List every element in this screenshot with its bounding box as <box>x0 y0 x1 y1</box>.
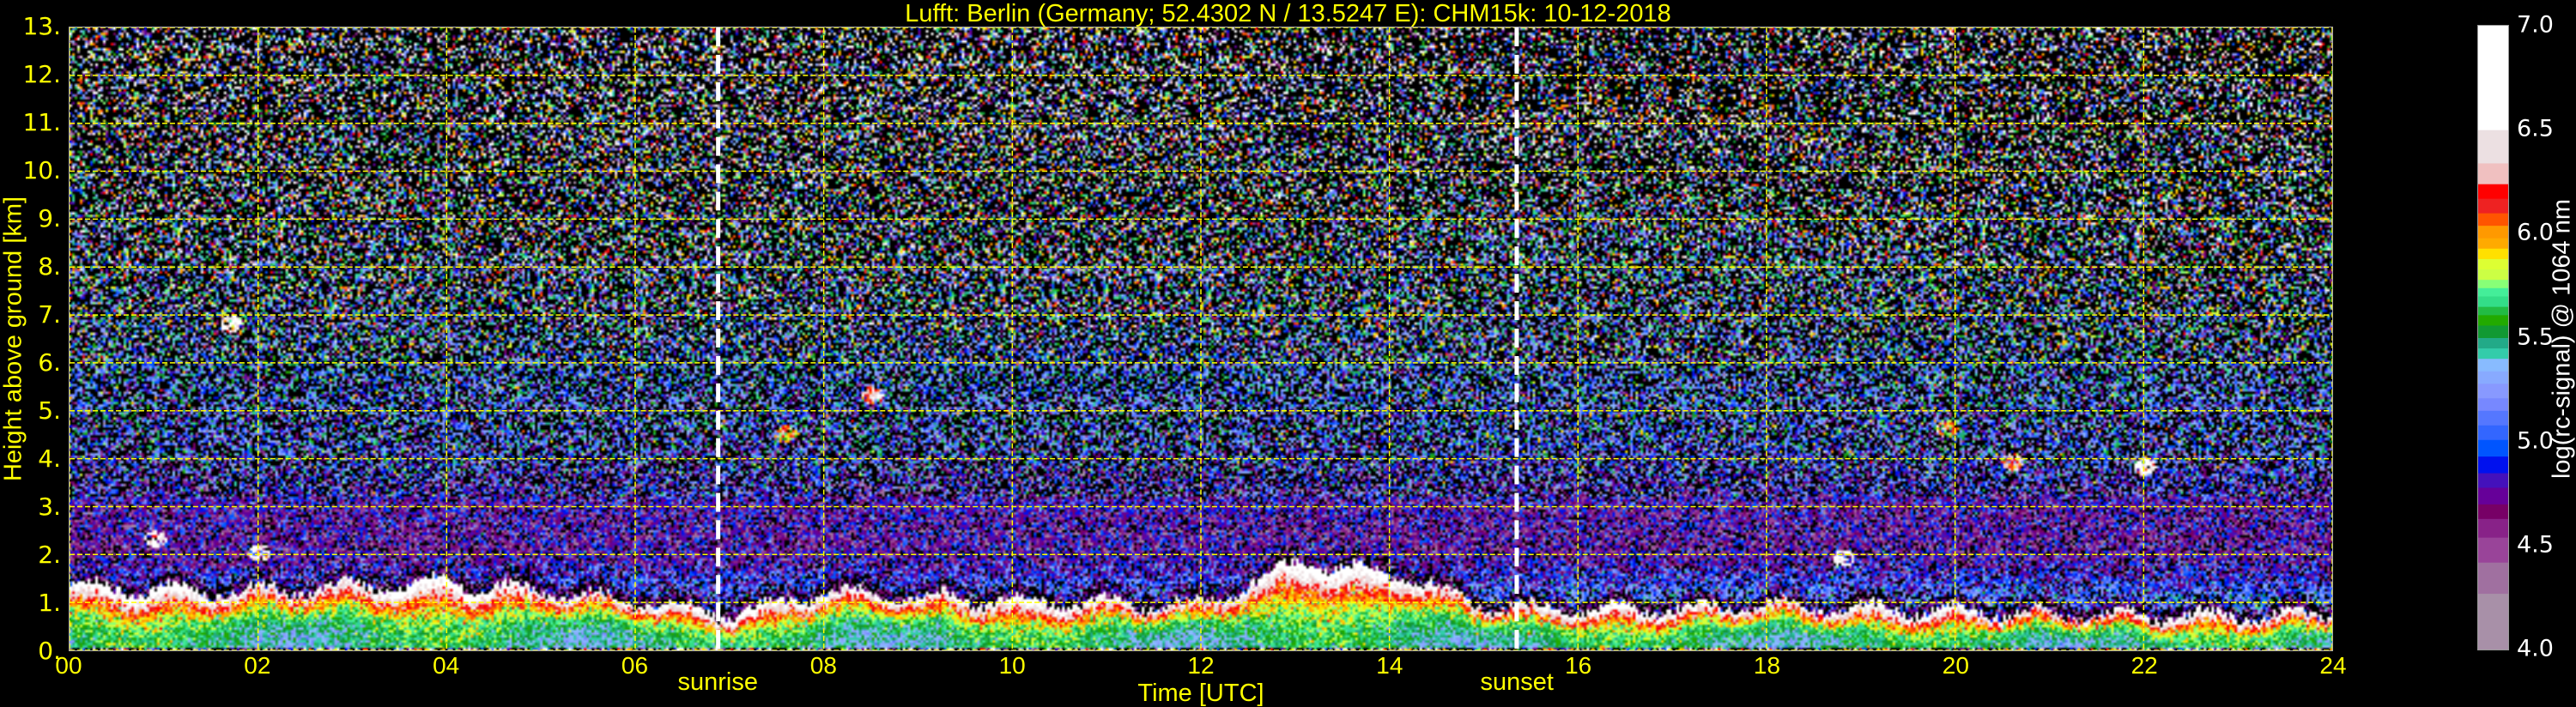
colorbar-segment <box>2478 130 2508 164</box>
x-tick-label: 08 <box>809 652 837 679</box>
y-tick-label: 7. <box>38 300 61 329</box>
colorbar-segment <box>2478 248 2508 259</box>
x-tick-label: 22 <box>2131 652 2158 679</box>
y-tick-label: 4. <box>38 444 61 473</box>
y-tick-label: 6. <box>38 348 61 377</box>
x-axis-label: Time [UTC] <box>1137 680 1264 707</box>
y-tick-label: 11. <box>22 108 61 136</box>
y-axis-label: Height above ground [km] <box>0 196 27 482</box>
colorbar-segment <box>2478 225 2508 239</box>
colorbar-segment <box>2478 504 2508 519</box>
colorbar-segment <box>2478 358 2508 372</box>
x-tick-label: 12 <box>1187 652 1215 679</box>
x-tick-label: 16 <box>1565 652 1592 679</box>
y-tick-label: 10. <box>22 156 61 184</box>
y-tick-label: 9. <box>38 204 61 233</box>
chart-title: Lufft: Berlin (Germany; 52.4302 N / 13.5… <box>905 0 1671 27</box>
colorbar-segment <box>2478 486 2508 505</box>
x-tick-label: 20 <box>1942 652 1969 679</box>
plot-area <box>69 27 2333 651</box>
colorbar-segment <box>2478 198 2508 214</box>
y-tick-label: 13. <box>22 12 61 40</box>
colorbar-segment <box>2478 324 2508 338</box>
colorbar-segment <box>2478 258 2508 270</box>
colorbar-segment <box>2478 593 2508 650</box>
colorbar-tick-label: 4.5 <box>2517 531 2554 559</box>
colorbar-segment <box>2478 184 2508 199</box>
y-tick-label: 8. <box>38 252 61 281</box>
colorbar-segment <box>2478 383 2508 399</box>
colorbar-segments <box>2478 26 2508 650</box>
colorbar-segment <box>2478 213 2508 227</box>
colorbar-segment <box>2478 162 2508 184</box>
colorbar-segment <box>2478 279 2508 288</box>
x-tick-label: 06 <box>621 652 649 679</box>
colorbar-segment <box>2478 306 2508 316</box>
colorbar-label: log(rc-signal) @ 1064 nm <box>2548 198 2576 480</box>
x-tick-label: 18 <box>1753 652 1781 679</box>
colorbar-segment <box>2478 537 2508 563</box>
x-tick-label: 04 <box>433 652 460 679</box>
colorbar-segment <box>2478 26 2508 130</box>
x-tick-label: 10 <box>998 652 1026 679</box>
colorbar-segment <box>2478 425 2508 440</box>
y-tick-label: 5. <box>38 396 61 425</box>
colorbar-tick-label: 4.0 <box>2517 635 2554 662</box>
colorbar-segment <box>2478 562 2508 595</box>
colorbar-segment <box>2478 314 2508 326</box>
x-tick-label: 24 <box>2319 652 2347 679</box>
colorbar-segment <box>2478 337 2508 349</box>
y-tick-label: 12. <box>22 60 61 88</box>
sunrise-label: sunrise <box>677 668 758 696</box>
x-tick-label: 14 <box>1376 652 1403 679</box>
colorbar-segment <box>2478 410 2508 426</box>
sunset-label: sunset <box>1480 668 1554 696</box>
x-tick-label: 00 <box>55 652 82 679</box>
y-tick-label: 1. <box>38 589 61 617</box>
colorbar-segment <box>2478 439 2508 457</box>
colorbar-segment <box>2478 296 2508 307</box>
colorbar-segment <box>2478 287 2508 297</box>
y-tick-label: 3. <box>38 492 61 521</box>
colorbar-segment <box>2478 371 2508 384</box>
colorbar-segment <box>2478 456 2508 474</box>
colorbar-tick-label: 7.0 <box>2517 11 2554 39</box>
x-tick-label: 02 <box>244 652 271 679</box>
colorbar <box>2477 25 2509 650</box>
colorbar-tick-label: 6.5 <box>2517 115 2554 142</box>
colorbar-segment <box>2478 473 2508 488</box>
plot-overlay <box>70 27 2332 650</box>
colorbar-segment <box>2478 518 2508 538</box>
colorbar-segment <box>2478 347 2508 360</box>
y-tick-label: 2. <box>38 541 61 569</box>
colorbar-segment <box>2478 397 2508 411</box>
colorbar-segment <box>2478 269 2508 281</box>
colorbar-segment <box>2478 238 2508 249</box>
